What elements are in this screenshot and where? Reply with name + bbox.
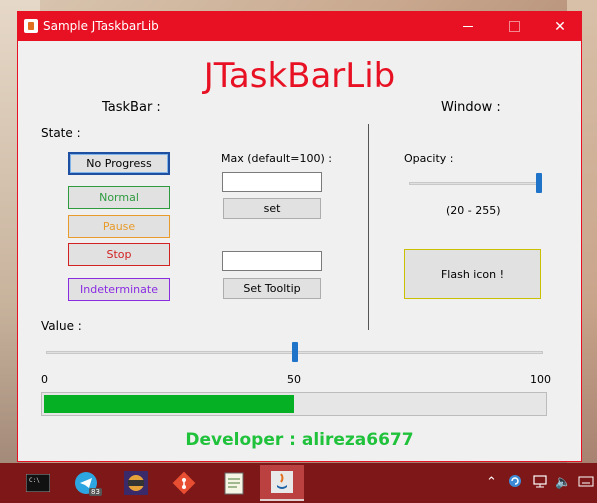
maximize-icon	[508, 21, 520, 32]
terminal-taskbar-item[interactable]: C:\	[16, 465, 60, 501]
java-taskbar-item[interactable]	[260, 465, 304, 501]
app-window: Sample JTaskbarLib ✕ JTaskBarLib TaskBar…	[17, 11, 582, 462]
svg-text:C:\: C:\	[29, 477, 40, 484]
minimize-icon	[463, 26, 473, 27]
chevron-up-icon[interactable]: ⌃	[486, 475, 497, 490]
set-tooltip-button[interactable]: Set Tooltip	[223, 278, 321, 299]
set-button[interactable]: set	[223, 198, 321, 219]
opacity-slider-track[interactable]	[409, 182, 539, 185]
developer-credit: Developer : alireza6677	[185, 430, 414, 450]
volume-icon[interactable]: 🔈	[555, 475, 571, 490]
java-icon	[271, 471, 293, 493]
app-brand-title: JTaskBarLib	[203, 56, 396, 96]
indeterminate-button[interactable]: Indeterminate	[68, 278, 170, 301]
notepad-taskbar-item[interactable]	[212, 465, 256, 501]
max-label: Max (default=100) :	[221, 152, 332, 165]
window-title: Sample JTaskbarLib	[43, 19, 159, 33]
update-icon[interactable]	[507, 473, 523, 493]
max-input[interactable]	[222, 172, 322, 192]
opacity-slider-thumb[interactable]	[536, 173, 542, 193]
taskbar-heading: TaskBar :	[102, 100, 161, 115]
telegram-badge: 83	[89, 488, 102, 496]
telegram-taskbar-item[interactable]: 83	[64, 465, 108, 501]
slider-min-tick: 0	[41, 373, 48, 386]
flash-icon-button[interactable]: Flash icon !	[404, 249, 541, 299]
close-button[interactable]: ✕	[537, 12, 583, 41]
tooltip-input[interactable]	[222, 251, 322, 271]
value-slider-thumb[interactable]	[291, 342, 298, 362]
value-label: Value :	[41, 319, 82, 333]
git-icon	[172, 471, 196, 495]
maximize-button[interactable]	[491, 12, 537, 41]
section-divider	[368, 124, 369, 330]
opacity-range-label: (20 - 255)	[446, 204, 501, 217]
slider-mid-tick: 50	[287, 373, 301, 386]
state-label: State :	[41, 126, 81, 140]
no-progress-button[interactable]: No Progress	[68, 152, 170, 175]
pause-button[interactable]: Pause	[68, 215, 170, 238]
window-heading: Window :	[441, 100, 501, 115]
network-icon[interactable]	[532, 473, 548, 493]
stop-button[interactable]: Stop	[68, 243, 170, 266]
git-taskbar-item[interactable]	[162, 465, 206, 501]
title-bar[interactable]: Sample JTaskbarLib ✕	[18, 12, 581, 41]
keyboard-icon[interactable]	[578, 473, 594, 493]
progress-bar	[41, 392, 547, 416]
slider-max-tick: 100	[530, 373, 551, 386]
java-ee-ide-icon	[124, 471, 148, 495]
java-ee-ide-taskbar-item[interactable]	[114, 465, 158, 501]
opacity-label: Opacity :	[404, 152, 454, 165]
os-taskbar: C:\ 83 ⌃ 🔈	[0, 463, 597, 503]
close-icon: ✕	[554, 18, 566, 35]
progress-fill	[44, 395, 294, 413]
notepad-icon	[224, 472, 244, 495]
java-app-icon	[24, 19, 38, 33]
terminal-icon: C:\	[26, 474, 50, 492]
minimize-button[interactable]	[445, 12, 491, 41]
normal-button[interactable]: Normal	[68, 186, 170, 209]
